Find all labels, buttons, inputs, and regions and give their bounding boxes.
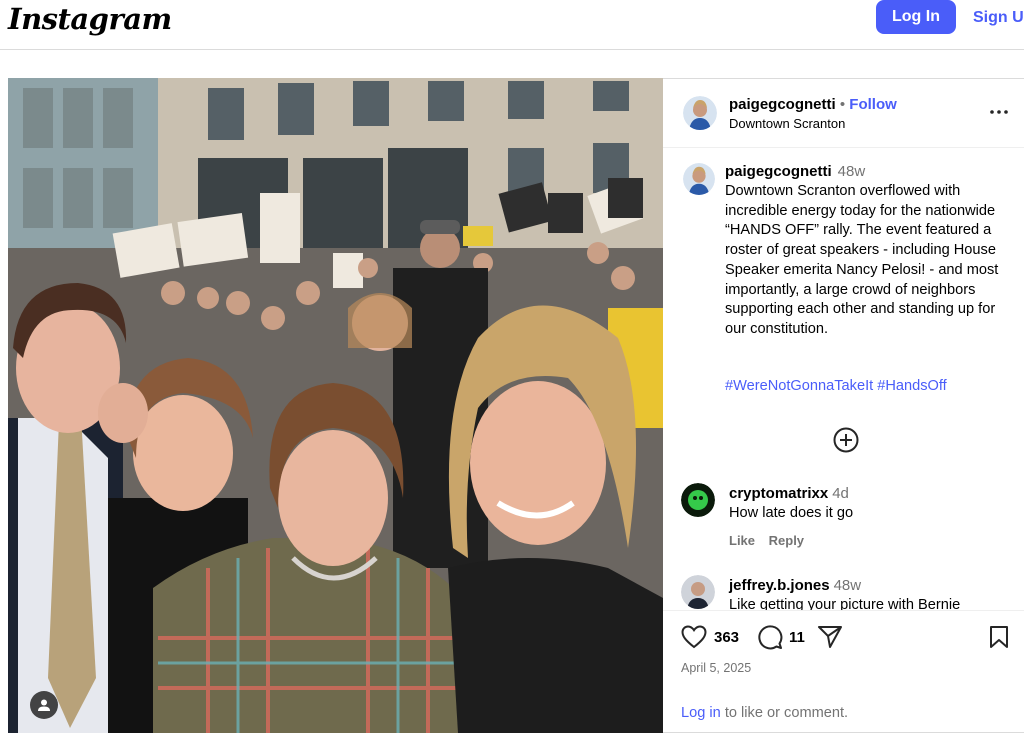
comment-username[interactable]: cryptomatrixx xyxy=(729,485,828,502)
comment-avatar[interactable] xyxy=(681,575,715,609)
comments-scroll-clip: jeffrey.b.jones 48w Like getting your pic… xyxy=(663,559,1024,610)
comment-timestamp: 4d xyxy=(832,485,849,502)
author-username-row: paigegcognetti • Follow xyxy=(729,96,897,113)
post-header: paigegcognetti • Follow Downtown Scranto… xyxy=(663,79,1024,148)
plus-circle-icon[interactable] xyxy=(833,427,859,453)
caption-hashtags[interactable]: #WereNotGonnaTakeIt #HandsOff xyxy=(725,378,947,394)
comment-reply-button[interactable]: Reply xyxy=(769,533,804,548)
user-tag-icon xyxy=(38,699,50,711)
post-details-panel: paigegcognetti • Follow Downtown Scranto… xyxy=(663,78,1024,733)
comment-header: cryptomatrixx 4d xyxy=(729,485,849,502)
separator-dot: • xyxy=(839,96,846,113)
photo-scene xyxy=(8,78,663,733)
post-photo[interactable] xyxy=(8,78,663,733)
caption-text: Downtown Scranton overflowed with incred… xyxy=(725,183,999,337)
user-tag-button[interactable] xyxy=(30,691,58,719)
comment-avatar[interactable] xyxy=(681,483,715,517)
more-options-icon[interactable] xyxy=(989,105,1009,119)
login-link[interactable]: Log in xyxy=(681,705,721,721)
post-actions: 363 11 April 5, 2025 Log in to like or c… xyxy=(663,610,1024,734)
post-date: April 5, 2025 xyxy=(681,661,752,675)
follow-button[interactable]: Follow xyxy=(849,96,897,113)
comment-like-button[interactable]: Like xyxy=(729,533,755,548)
caption-avatar[interactable] xyxy=(683,163,715,195)
paper-plane-icon[interactable] xyxy=(817,624,843,650)
login-prompt-text: to like or comment. xyxy=(720,705,849,721)
comment-username[interactable]: jeffrey.b.jones xyxy=(729,577,830,594)
author-avatar[interactable] xyxy=(683,96,717,130)
signup-link[interactable]: Sign Up xyxy=(973,9,1024,27)
comment-bubble-icon[interactable] xyxy=(757,624,783,650)
heart-icon[interactable] xyxy=(681,625,707,649)
caption-header: paigegcognetti 48w xyxy=(725,163,865,180)
comment-text: How late does it go xyxy=(729,505,854,521)
caption-timestamp: 48w xyxy=(837,163,866,180)
top-bar: Instagram Log In Sign Up xyxy=(0,0,1024,50)
login-prompt: Log in to like or comment. xyxy=(681,705,848,721)
instagram-logo[interactable]: Instagram xyxy=(8,2,172,36)
author-username[interactable]: paigegcognetti xyxy=(729,96,836,113)
location-link[interactable]: Downtown Scranton xyxy=(729,116,845,131)
comment-timestamp: 48w xyxy=(833,577,862,594)
bookmark-icon[interactable] xyxy=(988,625,1010,649)
login-button[interactable]: Log In xyxy=(876,0,956,34)
comment-text: Like getting your picture with Bernie xyxy=(729,597,961,610)
comment-actions: Like Reply xyxy=(729,533,814,548)
likes-count[interactable]: 363 xyxy=(714,629,739,646)
comments-count: 11 xyxy=(789,629,805,646)
caption-username[interactable]: paigegcognetti xyxy=(725,163,832,180)
comment-header: jeffrey.b.jones 48w xyxy=(729,577,861,594)
